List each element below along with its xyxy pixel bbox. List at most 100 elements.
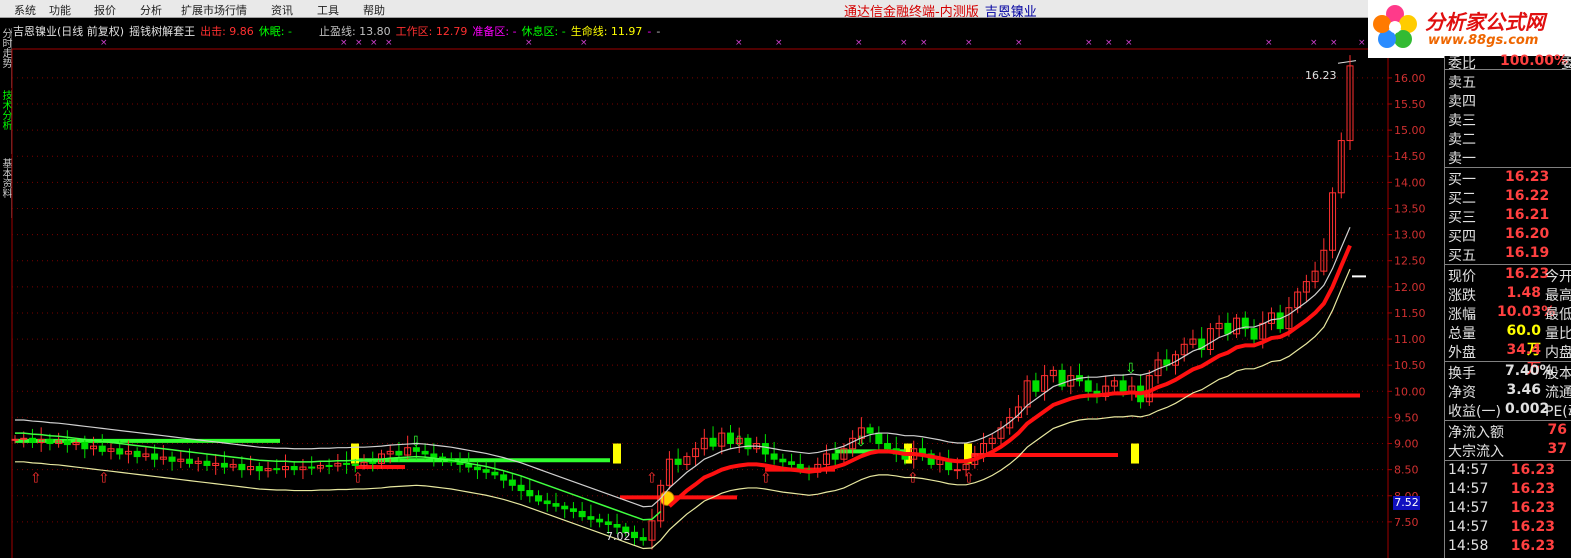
last-price-marker: 7.52 xyxy=(1393,496,1420,510)
purple-marker: × xyxy=(965,38,973,48)
flow-block-row: 大宗流入 37 xyxy=(1448,441,1567,460)
candle-body xyxy=(343,462,351,465)
axis-tick-label: 10.00 xyxy=(1394,385,1426,398)
candle-body xyxy=(875,432,883,445)
sell-2-row: 卖二 xyxy=(1448,132,1476,148)
axis-tick-label: 13.50 xyxy=(1394,202,1426,215)
candle-body xyxy=(788,461,796,465)
buy-arrow-icon: ⇧ xyxy=(352,471,364,487)
axis-tick-label: 15.00 xyxy=(1394,124,1426,137)
candle-body xyxy=(491,471,499,476)
purple-marker: × xyxy=(1105,38,1113,48)
tick-row: 14:58 16.23 xyxy=(1448,538,1555,554)
axis-tick-label: 11.00 xyxy=(1394,333,1426,346)
candle-body xyxy=(535,495,543,502)
candle-body xyxy=(63,440,71,446)
buy-4-row: 买四 16.20 xyxy=(1448,226,1550,245)
tick-row: 14:57 16.23 xyxy=(1448,481,1555,497)
candle-body xyxy=(473,466,481,471)
candle-body xyxy=(325,464,333,467)
candle-body xyxy=(1276,312,1284,330)
flower-logo-icon xyxy=(1373,5,1417,48)
candle-body xyxy=(412,447,420,452)
candle-body xyxy=(308,466,316,469)
candle-body xyxy=(395,450,403,456)
candle-body xyxy=(517,484,525,492)
candle-body xyxy=(639,537,647,541)
buy-arrow-icon: ⇧ xyxy=(30,471,42,487)
axis-tick-label: 13.00 xyxy=(1394,229,1426,242)
purple-marker: × xyxy=(1310,38,1318,48)
candle-body xyxy=(220,462,228,468)
purple-marker: × xyxy=(100,38,108,48)
purple-marker: × xyxy=(340,38,348,48)
candle-body xyxy=(569,508,577,512)
purple-marker: × xyxy=(735,38,743,48)
logo-url: www.88gs.com xyxy=(1428,33,1539,48)
chart-marks: ×××××××××××××××××××××⇧⇧⇧⇧⇧⇧⇧⇩⇩⇩⇩ xyxy=(15,38,1366,506)
candle-body xyxy=(133,450,141,458)
candle-body xyxy=(604,521,612,525)
high-annotation: 16.23 xyxy=(1305,69,1337,82)
axis-tick-label: 12.50 xyxy=(1394,255,1426,268)
candle-body xyxy=(116,448,124,455)
candle-body xyxy=(726,432,734,445)
quote-price-row: 现价 16.23 今开 xyxy=(1448,266,1571,285)
purple-marker: × xyxy=(525,38,533,48)
axis-tick-label: 16.00 xyxy=(1394,72,1426,85)
kline-chart[interactable]: ×××××××××××××××××××××⇧⇧⇧⇧⇧⇧⇧⇩⇩⇩⇩ 7.508.0… xyxy=(0,0,1444,558)
sell-1-row: 卖一 xyxy=(1448,151,1476,167)
price-axis: 7.508.008.509.009.5010.0010.5011.0011.50… xyxy=(1388,72,1426,529)
axis-tick-label: 12.00 xyxy=(1394,281,1426,294)
candle-body xyxy=(709,437,717,447)
axis-tick-label: 9.50 xyxy=(1394,411,1419,424)
candle-body xyxy=(561,505,569,510)
candle-body xyxy=(351,463,359,466)
candle-body xyxy=(98,445,106,452)
logo: 分析家公式网 www.88gs.com xyxy=(1368,0,1571,58)
candle-body xyxy=(151,453,159,460)
candle-body xyxy=(28,437,36,443)
candle-body xyxy=(421,450,429,455)
purple-marker: × xyxy=(900,38,908,48)
fin-netasset-row: 净资 3.46 流通 xyxy=(1448,382,1571,401)
candle-body xyxy=(430,453,438,458)
candle-body xyxy=(552,503,560,507)
candle-body xyxy=(508,479,516,486)
candle-body xyxy=(1032,380,1040,392)
candle-body xyxy=(884,443,892,450)
axis-tick-label: 11.50 xyxy=(1394,307,1426,320)
quote-outer-row: 外盘 34.4万 内盘 xyxy=(1448,342,1571,377)
purple-marker: × xyxy=(370,38,378,48)
candle-body xyxy=(46,438,54,445)
tick-row: 14:57 16.23 xyxy=(1448,519,1555,535)
purple-marker: × xyxy=(355,38,363,48)
candle-body xyxy=(273,468,281,471)
buy-arrow-icon: ⇧ xyxy=(760,471,772,487)
candle-body xyxy=(761,443,769,455)
quote-volume-row: 总量 60.0万 量比 xyxy=(1448,323,1571,358)
axis-tick-label: 15.50 xyxy=(1394,98,1426,111)
candle-body xyxy=(255,466,263,472)
buy-5-row: 买五 16.19 xyxy=(1448,245,1550,264)
purple-marker: × xyxy=(385,38,393,48)
candle-body xyxy=(953,469,961,472)
signal-candle xyxy=(613,443,621,464)
purple-marker: × xyxy=(1125,38,1133,48)
axis-tick-label: 9.00 xyxy=(1394,438,1419,451)
flow-net-row: 净流入额 76 xyxy=(1448,422,1567,441)
candle-body xyxy=(1084,380,1092,392)
purple-marker: × xyxy=(1358,38,1366,48)
work-zone-line xyxy=(668,244,1352,508)
candle-body xyxy=(168,456,176,462)
buy-arrow-icon: ⇧ xyxy=(98,471,110,487)
purple-marker: × xyxy=(855,38,863,48)
low-annotation: 7.02 xyxy=(606,530,631,543)
signal-candle xyxy=(1131,443,1139,464)
sell-4-row: 卖四 xyxy=(1448,94,1476,110)
purple-marker: × xyxy=(920,38,928,48)
candle-body xyxy=(578,510,586,518)
candle-body xyxy=(543,500,551,505)
candle-body xyxy=(238,463,246,471)
purple-marker: × xyxy=(1015,38,1023,48)
